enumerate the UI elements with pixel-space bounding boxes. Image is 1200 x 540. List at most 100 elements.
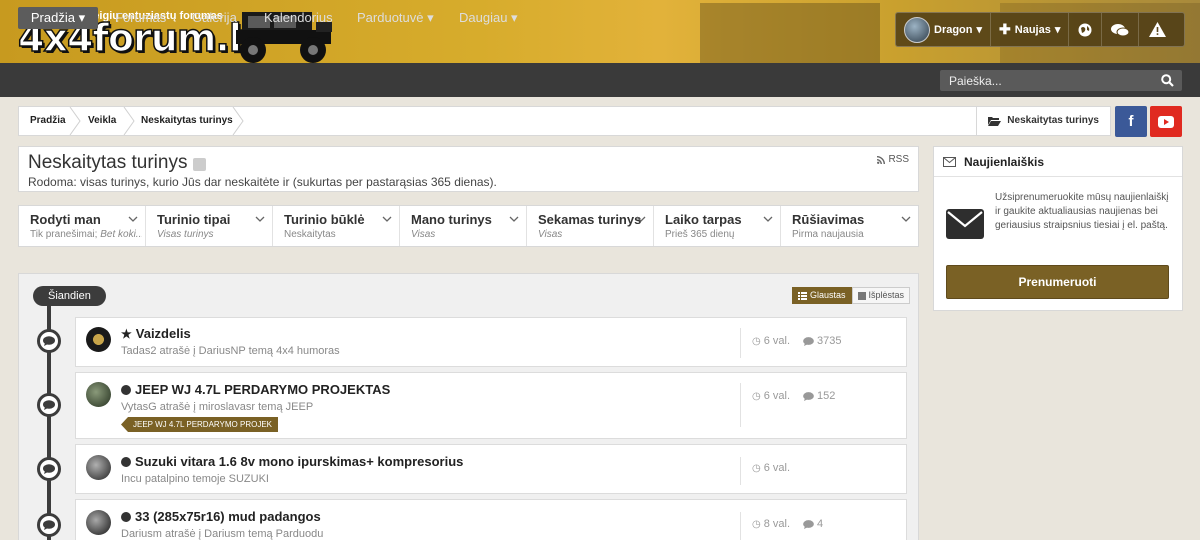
breadcrumb-item-veikla[interactable]: Veikla xyxy=(88,107,116,135)
chevron-down-icon xyxy=(255,216,265,222)
chevron-down-icon xyxy=(636,216,646,222)
item-meta: Incu patalpino temoje SUZUKI xyxy=(121,473,269,485)
filter-followed-content[interactable]: Sekamas turinys Visas xyxy=(527,206,654,246)
clock-icon: ◷ xyxy=(752,390,761,402)
filter-value: Pirma naujausia xyxy=(792,229,864,240)
envelope-large-icon xyxy=(946,209,984,239)
filter-value: Visas xyxy=(411,229,436,240)
filter-label: Laiko tarpas xyxy=(665,212,742,227)
clock-icon: ◷ xyxy=(752,518,761,530)
nav-label: Daugiau xyxy=(459,10,508,25)
filter-bar: Rodyti man Tik pranešimai; Bet koki... T… xyxy=(18,205,919,247)
nav-item-kalendorius[interactable]: Kalendorius xyxy=(264,7,333,29)
nav-item-pradzia[interactable]: Pradžia ▾ xyxy=(18,7,98,29)
chat-bubbles-icon xyxy=(1111,23,1130,36)
avatar[interactable] xyxy=(86,382,111,407)
page-description: Rodoma: visas turinys, kurio Jūs dar nes… xyxy=(28,175,497,189)
caret-down-icon: ▾ xyxy=(976,24,983,36)
newsletter-text: Užsiprenumeruokite mūsų naujienlaiškį ir… xyxy=(995,192,1169,231)
item-meta: Tadas2 atrašė į DariusNP temą 4x4 humora… xyxy=(121,345,340,357)
view-compact-button[interactable]: Glaustas xyxy=(792,287,852,304)
clock-icon: ◷ xyxy=(752,335,761,347)
user-menu[interactable]: Dragon ▾ xyxy=(896,13,992,46)
filter-label: Turinio būklė xyxy=(284,212,365,227)
nav-label: Parduotuvė xyxy=(357,10,424,25)
item-time: ◷ 6 val. xyxy=(752,335,791,347)
page-header: Neskaitytas turinys RSS Rodoma: visas tu… xyxy=(18,146,919,192)
search-button[interactable] xyxy=(1152,70,1182,91)
unread-dot-icon xyxy=(121,384,131,395)
filter-time-frame[interactable]: Laiko tarpas Prieš 365 dienų xyxy=(654,206,781,246)
search-box xyxy=(940,70,1182,91)
user-bar: Dragon ▾ ✚ Naujas ▾ xyxy=(895,12,1185,47)
unread-dot-icon xyxy=(121,511,131,522)
messages-button[interactable] xyxy=(1102,13,1140,46)
avatar[interactable] xyxy=(86,455,111,480)
youtube-button[interactable] xyxy=(1150,106,1182,137)
filter-label: Sekamas turinys xyxy=(538,212,642,227)
folder-open-icon xyxy=(988,117,1002,126)
user-name: Dragon xyxy=(934,23,973,36)
item-title[interactable]: Suzuki vitara 1.6 8v mono ipurskimas+ ko… xyxy=(135,454,463,469)
activity-item[interactable]: 33 (285x75r16) mud padangos Dariusm atra… xyxy=(75,499,907,540)
unread-dot-icon xyxy=(121,456,131,467)
nav-item-parduotuve[interactable]: Parduotuvė ▾ xyxy=(357,7,434,29)
nav-label: Pradžia xyxy=(30,10,75,25)
chevron-down-icon xyxy=(382,216,392,222)
activity-item[interactable]: ★ Vaizdelis Tadas2 atrašė į DariusNP tem… xyxy=(75,317,907,367)
divider xyxy=(740,457,741,485)
star-icon: ★ xyxy=(121,326,132,341)
timeline-group-label: Šiandien xyxy=(33,286,106,306)
filter-sort[interactable]: Rūšiavimas Pirma naujausia xyxy=(781,206,918,246)
rss-link[interactable]: RSS xyxy=(877,154,909,165)
breadcrumb-item-current: Neskaitytas turinys xyxy=(141,115,233,126)
divider xyxy=(740,328,741,358)
item-tag[interactable]: JEEP WJ 4.7L PERDARYMO PROJEK xyxy=(121,417,279,432)
caret-down-icon: ▾ xyxy=(507,10,518,25)
filter-label: Rūšiavimas xyxy=(792,212,865,227)
item-title-wrap: ★ Vaizdelis xyxy=(121,326,191,341)
activity-item[interactable]: Suzuki vitara 1.6 8v mono ipurskimas+ ko… xyxy=(75,444,907,494)
item-title[interactable]: JEEP WJ 4.7L PERDARYMO PROJEKTAS xyxy=(135,382,390,397)
item-title-wrap: JEEP WJ 4.7L PERDARYMO PROJEKTAS xyxy=(121,382,390,397)
avatar[interactable] xyxy=(86,327,111,352)
nav-item-daugiau[interactable]: Daugiau ▾ xyxy=(459,7,518,29)
timeline-comment-icon xyxy=(37,393,61,417)
filter-value: Prieš 365 dienų xyxy=(665,229,735,240)
chevron-down-icon xyxy=(901,216,911,222)
newsletter-title: Naujienlaiškis xyxy=(964,154,1045,169)
breadcrumb-separator-icon xyxy=(232,107,244,135)
breadcrumb-item-pradzia[interactable]: Pradžia xyxy=(30,107,66,135)
nav-item-forumas[interactable]: Forumas xyxy=(115,7,166,29)
avatar[interactable] xyxy=(86,510,111,535)
nav-item-galerija[interactable]: Galerija xyxy=(192,7,237,29)
facebook-icon: f xyxy=(1128,113,1134,130)
item-time: ◷ 6 val. xyxy=(752,390,791,402)
timeline-comment-icon xyxy=(37,457,61,481)
view-expanded-button[interactable]: Išplėstas xyxy=(851,287,911,304)
notifications-button[interactable] xyxy=(1139,13,1176,46)
filter-content-type[interactable]: Turinio tipai Visas turinys xyxy=(146,206,273,246)
filter-content-state[interactable]: Turinio būklė Neskaitytas xyxy=(273,206,400,246)
search-input[interactable] xyxy=(940,70,1152,91)
chevron-down-icon xyxy=(763,216,773,222)
item-replies: 3735 xyxy=(803,335,841,347)
globe-button[interactable] xyxy=(1069,13,1103,46)
new-content-button[interactable]: ✚ Naujas ▾ xyxy=(991,13,1070,46)
page-title: Neskaitytas turinys xyxy=(28,152,188,173)
filter-value: Neskaitytas xyxy=(284,229,336,240)
view-toggle: Glaustas Išplėstas xyxy=(792,287,911,304)
mark-read-icon[interactable] xyxy=(193,157,207,171)
breadcrumb-current-folder[interactable]: Neskaitytas turinys xyxy=(976,107,1110,135)
envelope-icon xyxy=(943,156,956,167)
filter-value: Tik pranešimai; Bet koki... xyxy=(30,229,142,240)
filter-show-me[interactable]: Rodyti man Tik pranešimai; Bet koki... xyxy=(19,206,146,246)
subscribe-button[interactable]: Prenumeruoti xyxy=(946,265,1169,299)
item-replies: 152 xyxy=(803,390,835,402)
activity-item[interactable]: JEEP WJ 4.7L PERDARYMO PROJEKTAS VytasG … xyxy=(75,372,907,439)
facebook-button[interactable]: f xyxy=(1115,106,1147,137)
item-title[interactable]: Vaizdelis xyxy=(136,326,191,341)
filter-my-content[interactable]: Mano turinys Visas xyxy=(400,206,527,246)
item-title[interactable]: 33 (285x75r16) mud padangos xyxy=(135,509,321,524)
breadcrumb-separator-icon xyxy=(123,107,135,135)
